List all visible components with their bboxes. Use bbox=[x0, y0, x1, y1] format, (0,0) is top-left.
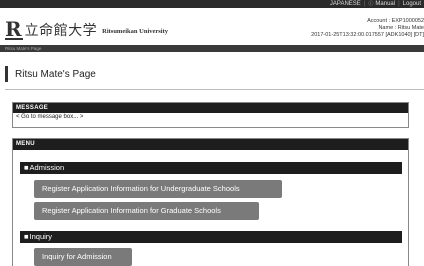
section-marker: ■ bbox=[24, 232, 29, 241]
section-title: Admission bbox=[29, 163, 65, 172]
message-heading: MESSAGE bbox=[13, 103, 408, 113]
account-name: Name : Ritsu Mate bbox=[378, 25, 424, 31]
message-panel: MESSAGE < Go to message box... > bbox=[12, 102, 409, 128]
title-divider bbox=[5, 89, 424, 90]
page-title: Ritsu Mate's Page bbox=[15, 68, 96, 80]
header: R 立命館大学 Ritsumeikan University Account :… bbox=[0, 8, 424, 45]
language-link[interactable]: JAPANESE bbox=[327, 0, 364, 8]
account-info: Account : EXP1000052 Name : Ritsu Mate 2… bbox=[311, 18, 424, 39]
section-inquiry: ■Inquiry bbox=[20, 231, 402, 243]
logout-link[interactable]: Logout bbox=[400, 0, 424, 8]
section-title: Inquiry bbox=[29, 232, 53, 241]
register-undergraduate-button[interactable]: Register Application Information for Und… bbox=[34, 180, 282, 198]
logo-mark: R bbox=[5, 17, 23, 41]
title-accent-bar bbox=[5, 66, 8, 82]
page-title-block: Ritsu Mate's Page bbox=[5, 63, 96, 85]
logo-kanji: 立命館大学 bbox=[24, 23, 98, 39]
manual-link[interactable]: ⓘ Manual bbox=[365, 0, 398, 8]
breadcrumb: Ritsu Mate's Page bbox=[0, 45, 424, 52]
top-utility-bar: JAPANESE | ⓘ Manual | Logout bbox=[0, 0, 424, 8]
section-marker: ■ bbox=[24, 163, 29, 172]
university-logo[interactable]: R 立命館大学 Ritsumeikan University bbox=[5, 17, 169, 41]
session-info: 2017-01-25T13:32:00.017557 [ADK1040] [DT… bbox=[311, 32, 424, 38]
manual-label: Manual bbox=[375, 1, 396, 7]
logo-english: Ritsumeikan University bbox=[102, 28, 169, 35]
section-admission: ■Admission bbox=[20, 162, 402, 174]
menu-heading: MENU bbox=[13, 139, 408, 150]
account-id: Account : EXP1000052 bbox=[367, 18, 424, 24]
inquiry-admission-button[interactable]: Inquiry for Admission bbox=[34, 248, 132, 266]
menu-panel: MENU ■Admission Register Application Inf… bbox=[12, 138, 409, 266]
breadcrumb-item[interactable]: Ritsu Mate's Page bbox=[5, 46, 41, 51]
message-box-link[interactable]: < Go to message box... > bbox=[13, 113, 408, 122]
info-icon: ⓘ bbox=[368, 1, 374, 7]
register-graduate-button[interactable]: Register Application Information for Gra… bbox=[34, 202, 259, 220]
